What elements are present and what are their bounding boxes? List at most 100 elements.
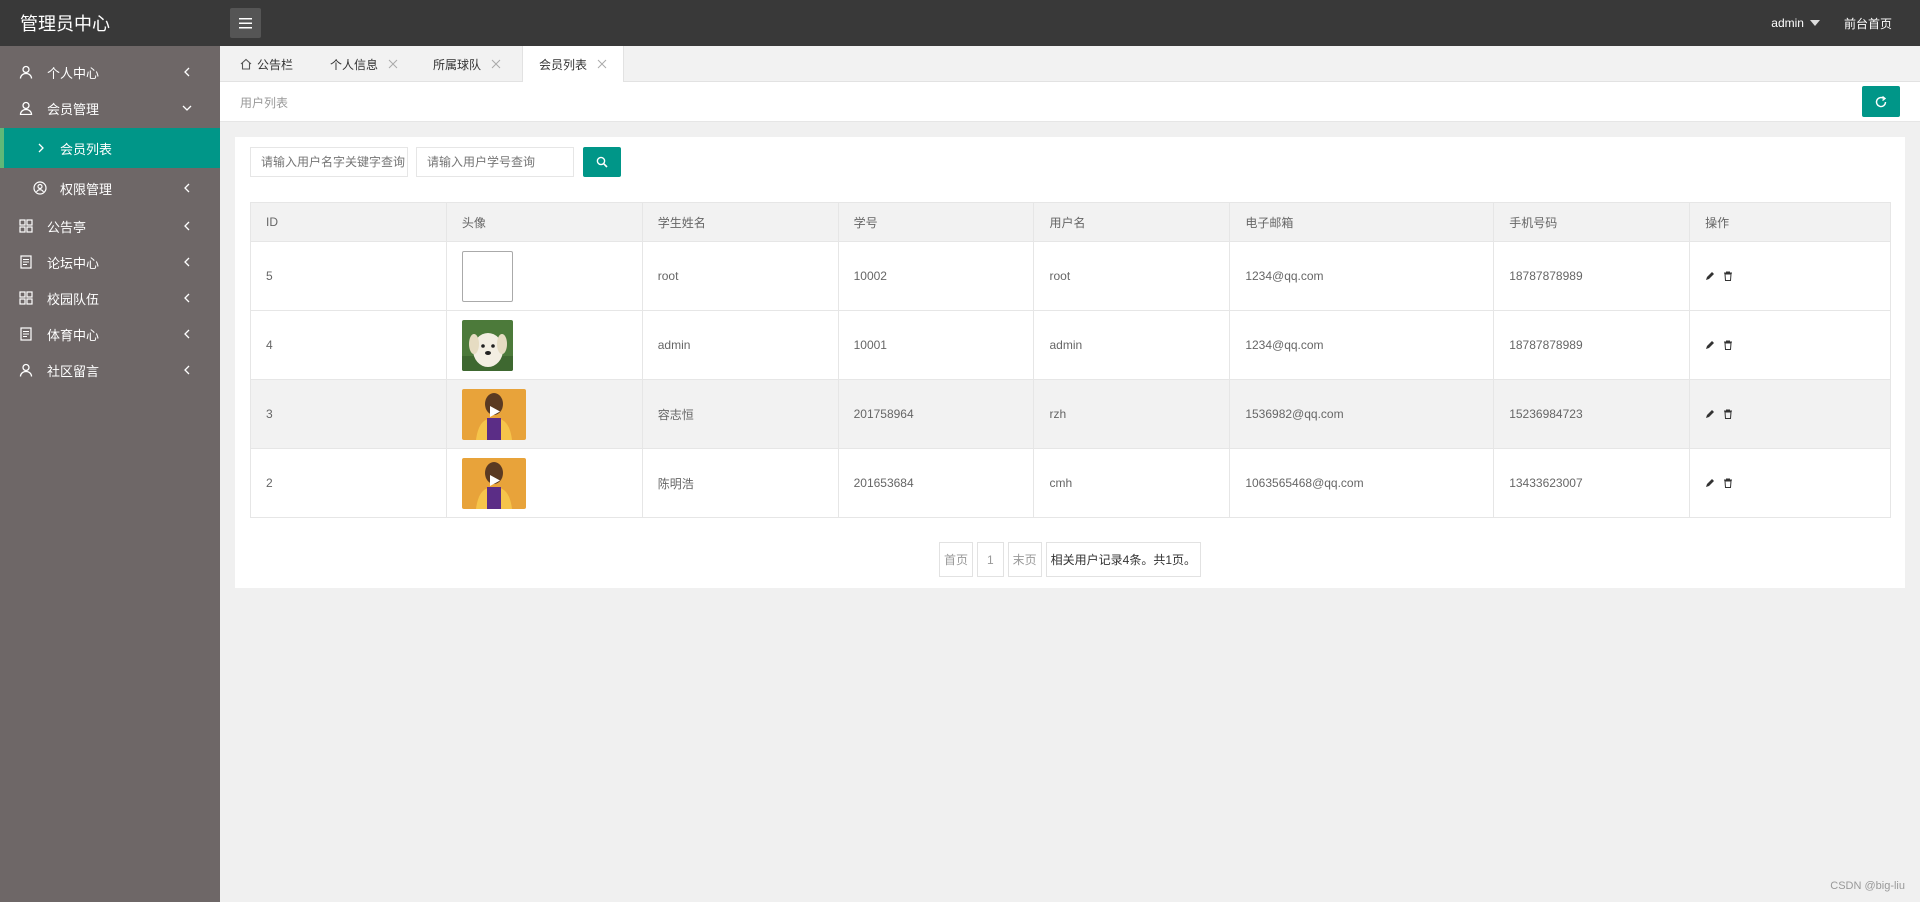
sidebar-item-messages[interactable]: 社区留言 — [0, 352, 220, 388]
cell-actions — [1689, 448, 1891, 518]
column-header: ID — [250, 202, 447, 242]
trash-icon[interactable] — [1723, 409, 1733, 419]
table-row: 3 容志恒 201758964 rzh 1536982@qq.com 15236… — [250, 379, 1891, 449]
refresh-button[interactable] — [1862, 86, 1900, 117]
home-icon — [240, 58, 252, 70]
sidebar-item-member-list[interactable]: 会员列表 — [0, 128, 220, 168]
sidebar-item-members[interactable]: 会员管理 — [0, 90, 220, 126]
tab-team[interactable]: 所属球队 — [433, 46, 501, 82]
column-header: 学号 — [837, 202, 1035, 242]
edit-icon[interactable] — [1705, 409, 1715, 419]
table-row: 2 陈明浩 201653684 cmh 1063565468@qq.com 13… — [250, 448, 1891, 518]
sidebar-item-label: 论坛中心 — [47, 255, 100, 271]
tab-bar: 公告栏 个人信息 所属球队 会员列表 — [220, 46, 1920, 82]
cell-student-no: 201758964 — [837, 379, 1035, 449]
front-home-link[interactable]: 前台首页 — [1844, 15, 1892, 32]
sidebar-item-label: 校园队伍 — [47, 291, 100, 307]
edit-icon[interactable] — [1705, 271, 1715, 281]
trash-icon[interactable] — [1723, 478, 1733, 488]
page-number-1[interactable]: 1 — [976, 542, 1004, 577]
cell-avatar — [445, 241, 643, 311]
sidebar-item-label: 社区留言 — [47, 363, 100, 379]
breadcrumb: 用户列表 — [240, 96, 289, 110]
user-icon — [19, 65, 33, 79]
sidebar-item-permissions[interactable]: 权限管理 — [0, 170, 220, 206]
sidebar: 个人中心 会员管理 会员列表 权限管理 公告亭 论坛中心 校园队伍 体育中心 社… — [0, 46, 220, 902]
cell-student-no: 10002 — [837, 241, 1035, 311]
cell-username: admin — [1033, 310, 1231, 380]
sidebar-item-teams[interactable]: 校园队伍 — [0, 280, 220, 316]
pagination: 首页 1 末页 相关用户记录4条。共1页。 — [235, 542, 1905, 577]
caret-down-icon — [1809, 20, 1820, 26]
grid-icon — [19, 291, 33, 305]
close-icon[interactable] — [597, 59, 607, 69]
refresh-icon — [1875, 95, 1887, 107]
cell-email: 1234@qq.com — [1229, 310, 1495, 380]
chevron-left-icon — [184, 183, 190, 193]
tab-bulletin[interactable]: 公告栏 — [240, 46, 293, 82]
sidebar-item-label: 权限管理 — [60, 181, 113, 197]
sidebar-item-sports[interactable]: 体育中心 — [0, 316, 220, 352]
record-count: 相关用户记录4条。共1页。 — [1045, 542, 1202, 577]
cell-username: root — [1033, 241, 1231, 311]
top-header: 管理员中心 admin 前台首页 — [0, 0, 1920, 46]
cell-id: 4 — [250, 310, 447, 380]
chevron-left-icon — [184, 365, 190, 375]
cell-name: 容志恒 — [641, 379, 839, 449]
student-no-search-input[interactable] — [416, 147, 574, 177]
chevron-left-icon — [184, 67, 190, 77]
column-header: 手机号码 — [1493, 202, 1691, 242]
sidebar-item-personal[interactable]: 个人中心 — [0, 54, 220, 90]
tab-label: 所属球队 — [433, 57, 482, 72]
grid-icon — [19, 219, 33, 233]
cell-email: 1234@qq.com — [1229, 241, 1495, 311]
menu-toggle-button[interactable] — [230, 8, 261, 38]
cell-name: admin — [641, 310, 839, 380]
cell-actions — [1689, 310, 1891, 380]
sidebar-item-label: 体育中心 — [47, 327, 100, 343]
sidebar-item-forum[interactable]: 论坛中心 — [0, 244, 220, 280]
cell-name: 陈明浩 — [641, 448, 839, 518]
sidebar-item-label: 公告亭 — [47, 219, 87, 235]
chevron-right-icon — [38, 143, 44, 153]
trash-icon[interactable] — [1723, 340, 1733, 350]
user-menu[interactable]: admin — [1771, 16, 1820, 30]
sidebar-item-label: 会员管理 — [47, 101, 100, 117]
edit-icon[interactable] — [1705, 340, 1715, 350]
basketball-player-avatar — [461, 388, 526, 440]
name-search-input[interactable] — [250, 147, 408, 177]
basketball-player-avatar — [461, 457, 526, 509]
search-button[interactable] — [583, 147, 621, 177]
chevron-left-icon — [184, 221, 190, 231]
table-header-row: ID 头像 学生姓名 学号 用户名 电子邮箱 手机号码 操作 — [250, 202, 1891, 242]
member-table: ID 头像 学生姓名 学号 用户名 电子邮箱 手机号码 操作 5 root 10… — [250, 202, 1891, 518]
cell-actions — [1689, 241, 1891, 311]
cell-phone: 13433623007 — [1493, 448, 1691, 518]
chevron-down-icon — [182, 105, 192, 111]
app-title: 管理员中心 — [20, 14, 110, 35]
sidebar-item-bulletin[interactable]: 公告亭 — [0, 208, 220, 244]
document-icon — [20, 327, 32, 341]
cell-email: 1063565468@qq.com — [1229, 448, 1495, 518]
trash-icon[interactable] — [1723, 271, 1733, 281]
cell-phone: 18787878989 — [1493, 310, 1691, 380]
user-name: admin — [1771, 16, 1804, 30]
tab-personal-info[interactable]: 个人信息 — [330, 46, 398, 82]
column-header: 电子邮箱 — [1229, 202, 1495, 242]
cell-username: cmh — [1033, 448, 1231, 518]
sidebar-item-label: 个人中心 — [47, 65, 100, 81]
sidebar-item-label: 会员列表 — [60, 141, 113, 157]
column-header: 头像 — [445, 202, 643, 242]
tab-label: 公告栏 — [257, 57, 294, 72]
cell-actions — [1689, 379, 1891, 449]
chevron-left-icon — [184, 329, 190, 339]
first-page-button[interactable]: 首页 — [938, 542, 973, 577]
watermark: CSDN @big-liu — [1830, 880, 1905, 892]
tab-member-list[interactable]: 会员列表 — [522, 46, 625, 82]
close-icon[interactable] — [388, 59, 398, 69]
last-page-button[interactable]: 末页 — [1007, 542, 1042, 577]
column-header: 操作 — [1689, 202, 1891, 242]
permission-icon — [33, 181, 47, 195]
edit-icon[interactable] — [1705, 478, 1715, 488]
close-icon[interactable] — [491, 59, 501, 69]
